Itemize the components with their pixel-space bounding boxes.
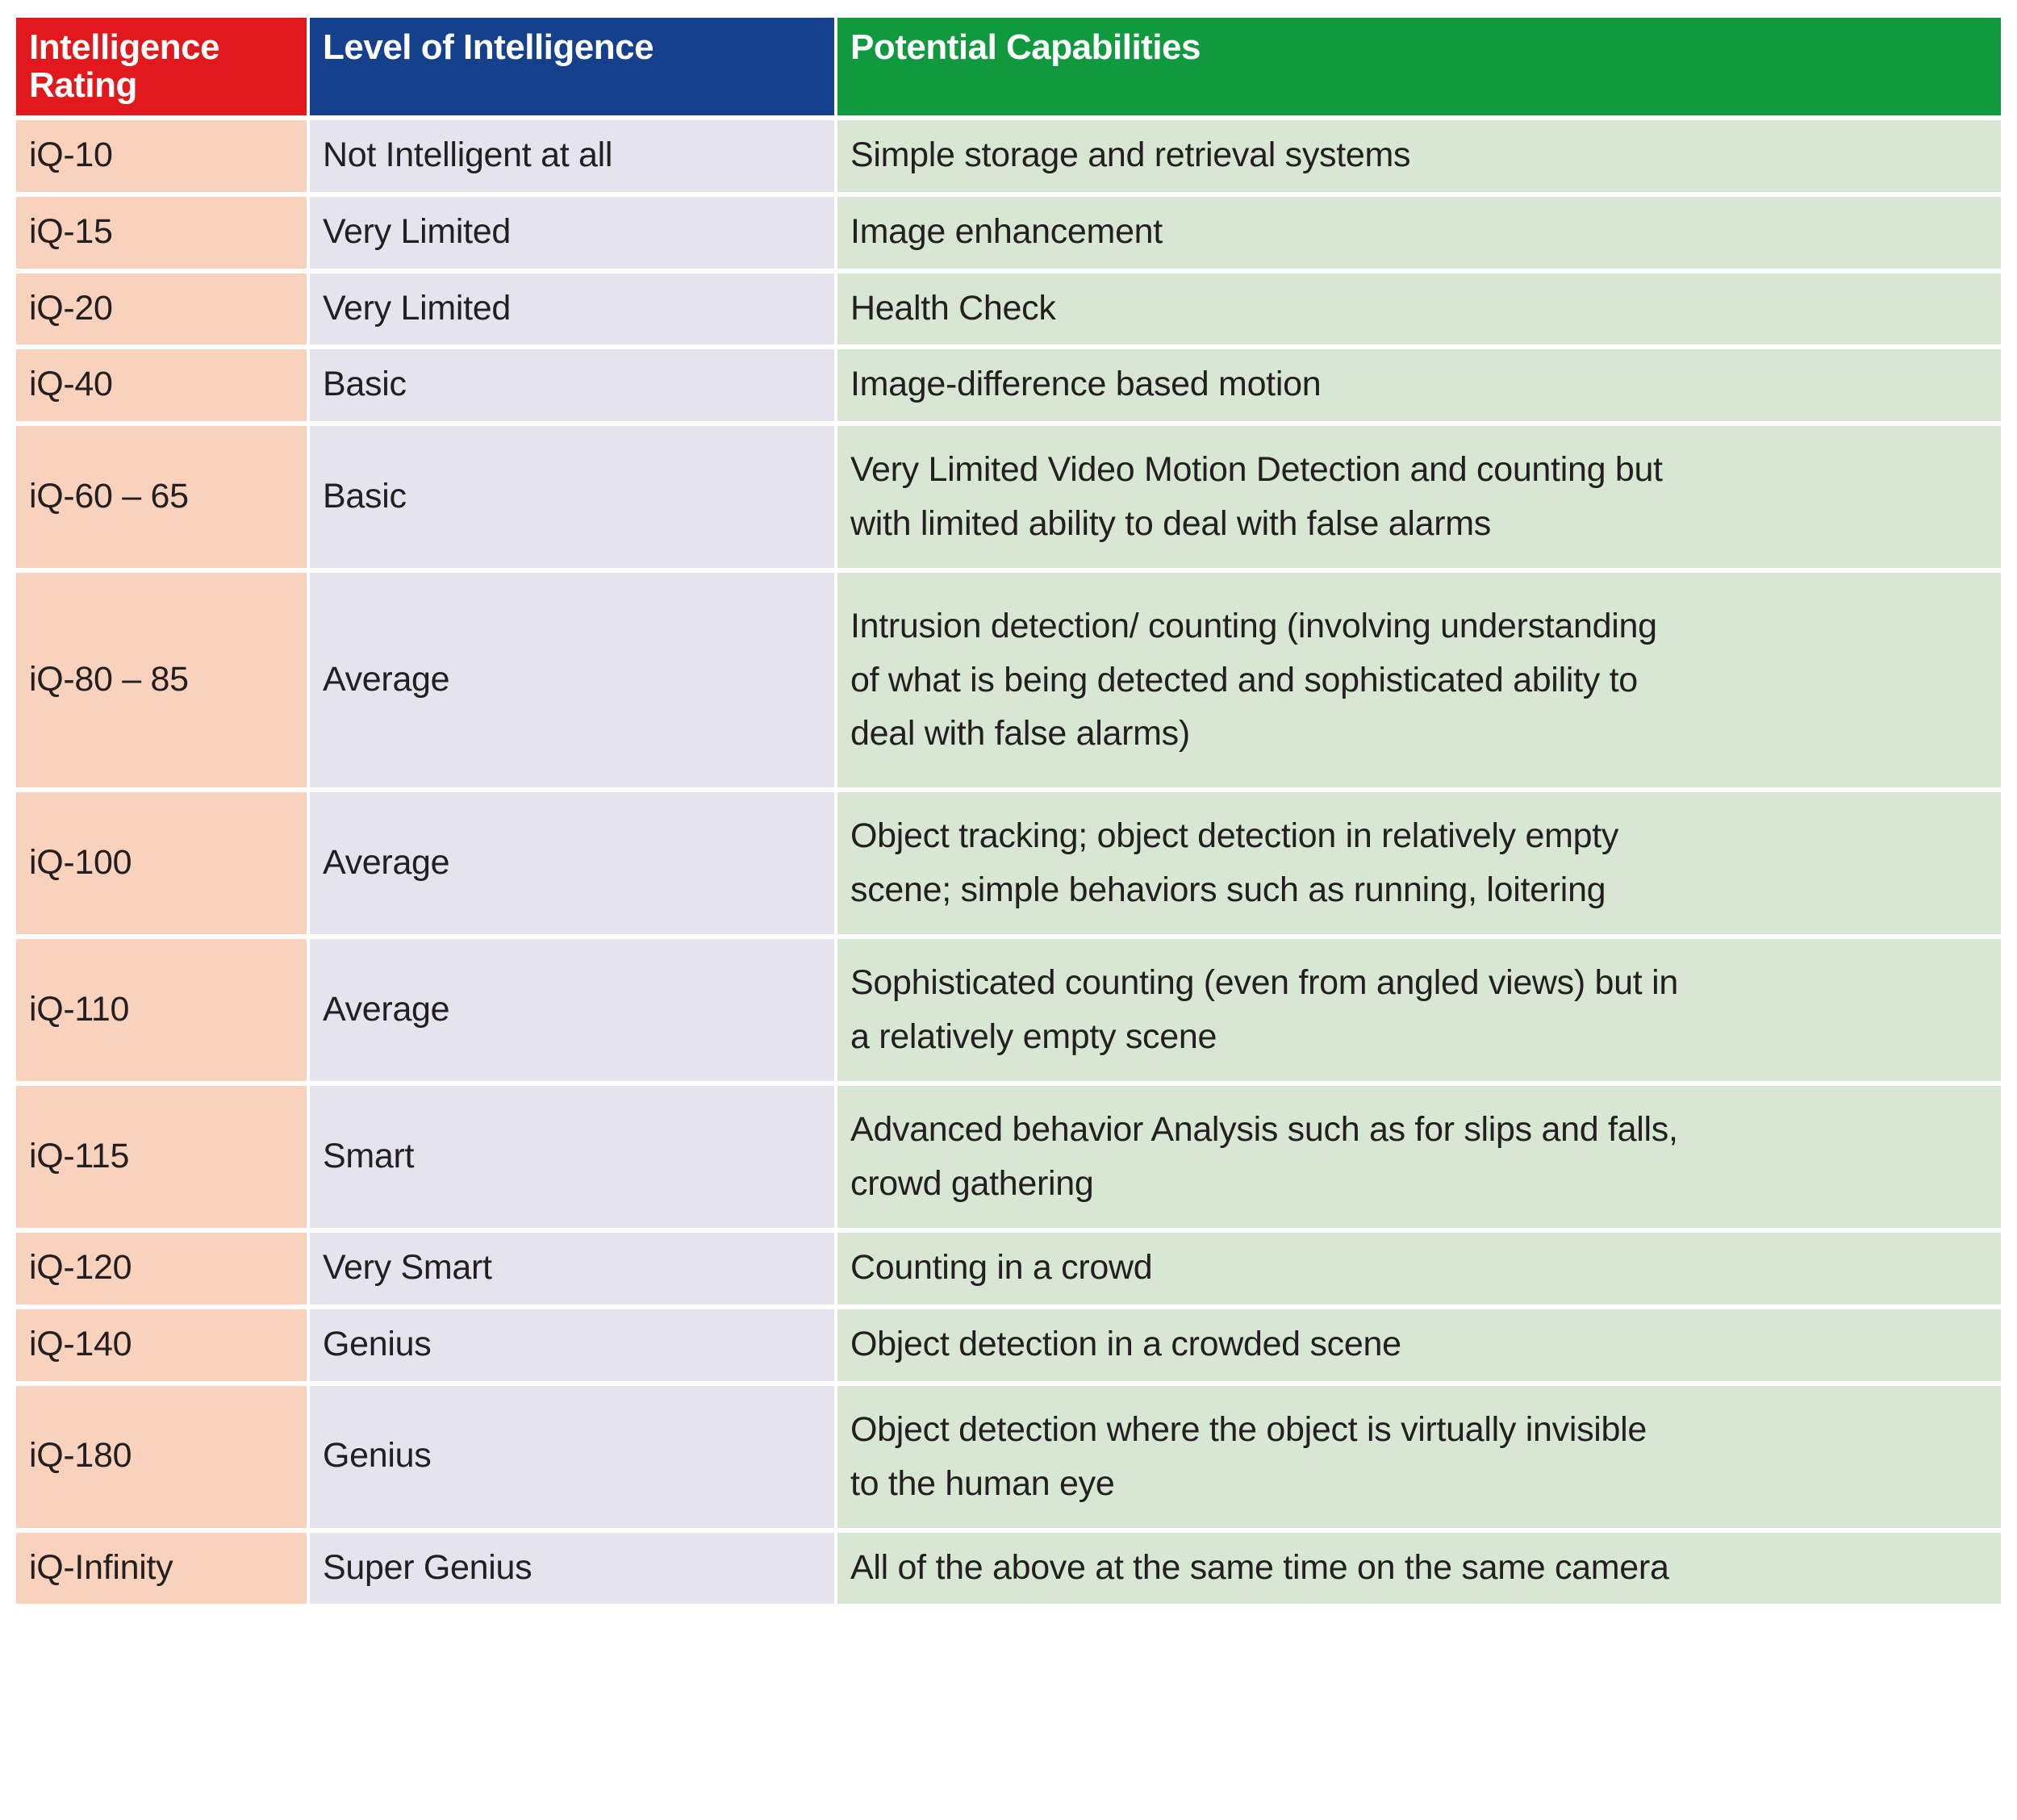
cell-intelligence-rating: iQ-20 (16, 273, 307, 345)
capability-line: All of the above at the same time on the… (850, 1547, 1669, 1587)
table-row: iQ-80 – 85 Average Intrusion detection/ co… (16, 573, 2001, 788)
cell-potential-capabilities: Object tracking; object detection in rel… (837, 792, 2001, 935)
capability-line: scene; simple behaviors such as running,… (850, 870, 1606, 910)
intelligence-rating-table: Intelligence Rating Level of Intelligenc… (13, 13, 2004, 1609)
table-row: iQ-60 – 65 Basic Very Limited Video Motion… (16, 426, 2001, 569)
cell-potential-capabilities: Very Limited Video Motion Detection and … (837, 426, 2001, 569)
cell-intelligence-rating: iQ-115 (16, 1086, 307, 1229)
capability-line: to the human eye (850, 1463, 1115, 1503)
table-row: iQ-180 Genius Object detection where the o… (16, 1385, 2001, 1528)
cell-potential-capabilities: Image-difference based motion (837, 349, 2001, 422)
cell-level-of-intelligence: Basic (310, 426, 834, 569)
cell-intelligence-rating: iQ-140 (16, 1309, 307, 1381)
table-row: iQ-15 Very Limited Image enhancement (16, 196, 2001, 269)
cell-level-of-intelligence: Basic (310, 349, 834, 422)
cell-level-of-intelligence: Genius (310, 1385, 834, 1528)
capability-line: Object detection in a crowded scene (850, 1324, 1401, 1363)
cell-potential-capabilities: Health Check (837, 273, 2001, 345)
table-row: iQ-10 Not Intelligent at all Simple storag… (16, 120, 2001, 192)
capability-line: a relatively empty scene (850, 1017, 1217, 1057)
table-row: iQ-40 Basic Image-difference based motion (16, 349, 2001, 422)
cell-intelligence-rating: iQ-15 (16, 196, 307, 269)
cell-potential-capabilities: Advanced behavior Analysis such as for s… (837, 1086, 2001, 1229)
cell-potential-capabilities: Image enhancement (837, 196, 2001, 269)
cell-level-of-intelligence: Genius (310, 1309, 834, 1381)
capability-line: Object tracking; object detection in rel… (850, 816, 1619, 856)
capability-line: Sophisticated counting (even from angled… (850, 963, 1678, 1003)
table-row: iQ-120 Very Smart Counting in a crowd (16, 1233, 2001, 1304)
capability-line: Very Limited Video Motion Detection and … (850, 450, 1663, 490)
cell-potential-capabilities: Simple storage and retrieval systems (837, 120, 2001, 192)
cell-potential-capabilities: All of the above at the same time on the… (837, 1532, 2001, 1605)
cell-intelligence-rating: iQ-Infinity (16, 1532, 307, 1605)
table-row: iQ-100 Average Object tracking; object det… (16, 792, 2001, 935)
table-row: iQ-20 Very Limited Health Check (16, 273, 2001, 345)
table-row: iQ-110 Average Sophisticated counting (eve… (16, 939, 2001, 1082)
cell-intelligence-rating: iQ-120 (16, 1233, 307, 1304)
cell-level-of-intelligence: Average (310, 792, 834, 935)
capability-line: Counting in a crowd (850, 1248, 1153, 1288)
cell-potential-capabilities: Intrusion detection/ counting (involving… (837, 573, 2001, 788)
cell-intelligence-rating: iQ-40 (16, 349, 307, 422)
cell-intelligence-rating: iQ-100 (16, 792, 307, 935)
cell-potential-capabilities: Object detection in a crowded scene (837, 1309, 2001, 1381)
capability-line: Intrusion detection/ counting (involving… (850, 607, 1657, 646)
cell-intelligence-rating: iQ-10 (16, 120, 307, 192)
cell-intelligence-rating: iQ-180 (16, 1385, 307, 1528)
column-header-level-of-intelligence: Level of Intelligence (310, 18, 834, 116)
cell-level-of-intelligence: Very Limited (310, 196, 834, 269)
capability-line: Object detection where the object is vir… (850, 1409, 1647, 1449)
table-header-row: Intelligence Rating Level of Intelligenc… (16, 18, 2001, 116)
capability-line: Advanced behavior Analysis such as for s… (850, 1110, 1678, 1150)
cell-level-of-intelligence: Average (310, 939, 834, 1082)
cell-level-of-intelligence: Average (310, 573, 834, 788)
capability-line: Image enhancement (850, 211, 1163, 251)
cell-level-of-intelligence: Very Smart (310, 1233, 834, 1304)
cell-intelligence-rating: iQ-60 – 65 (16, 426, 307, 569)
cell-level-of-intelligence: Smart (310, 1086, 834, 1229)
table-row: iQ-115 Smart Advanced behavior Analysis su… (16, 1086, 2001, 1229)
cell-potential-capabilities: Sophisticated counting (even from angled… (837, 939, 2001, 1082)
cell-intelligence-rating: iQ-80 – 85 (16, 573, 307, 788)
cell-level-of-intelligence: Super Genius (310, 1532, 834, 1605)
table-header: Intelligence Rating Level of Intelligenc… (16, 18, 2001, 116)
cell-potential-capabilities: Counting in a crowd (837, 1233, 2001, 1304)
capability-line: crowd gathering (850, 1164, 1094, 1204)
intelligence-rating-table-container: Intelligence Rating Level of Intelligenc… (0, 0, 2017, 1820)
capability-line: Simple storage and retrieval systems (850, 136, 1411, 175)
table-row: iQ-140 Genius Object detection in a crowde… (16, 1309, 2001, 1381)
column-header-potential-capabilities: Potential Capabilities (837, 18, 2001, 116)
cell-potential-capabilities: Object detection where the object is vir… (837, 1385, 2001, 1528)
capability-line: deal with false alarms) (850, 714, 1190, 753)
capability-line: with limited ability to deal with false … (850, 504, 1491, 544)
capability-line: Image-difference based motion (850, 365, 1322, 404)
capability-line: Health Check (850, 288, 1056, 328)
cell-intelligence-rating: iQ-110 (16, 939, 307, 1082)
table-body: iQ-10 Not Intelligent at all Simple storag… (16, 120, 2001, 1605)
cell-level-of-intelligence: Not Intelligent at all (310, 120, 834, 192)
cell-level-of-intelligence: Very Limited (310, 273, 834, 345)
column-header-intelligence-rating: Intelligence Rating (16, 18, 307, 116)
table-row: iQ-Infinity Super Genius All of the above … (16, 1532, 2001, 1605)
capability-line: of what is being detected and sophistica… (850, 660, 1638, 699)
